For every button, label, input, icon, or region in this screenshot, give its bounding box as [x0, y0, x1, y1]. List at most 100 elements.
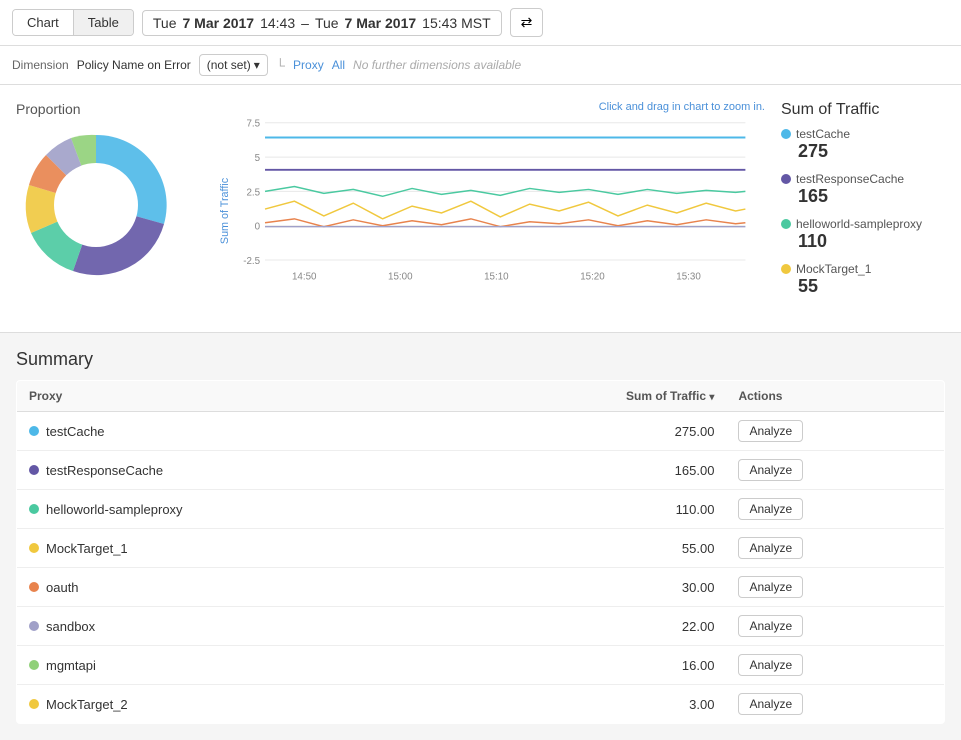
traffic-value: 55.00 — [452, 529, 727, 568]
zoom-hint: Click and drag in chart to zoom in. — [599, 101, 765, 113]
separator: └ — [276, 58, 285, 73]
date2: 7 Mar 2017 — [345, 15, 417, 31]
svg-text:15:20: 15:20 — [580, 272, 605, 283]
main-chart-area: Proportion — [0, 85, 961, 333]
legend-dot — [781, 219, 791, 229]
summary-title: Summary — [16, 349, 945, 370]
table-row: MockTarget_2 3.00 Analyze — [17, 685, 945, 724]
proxy-dot — [29, 543, 39, 553]
legend-item-value: 110 — [798, 231, 945, 252]
analyze-button[interactable]: Analyze — [738, 459, 803, 481]
analyze-button[interactable]: Analyze — [738, 693, 803, 715]
svg-text:15:10: 15:10 — [484, 272, 509, 283]
proxy-dot — [29, 660, 39, 670]
proxy-cell: MockTarget_2 — [17, 685, 452, 724]
proxy-link[interactable]: Proxy — [293, 58, 324, 72]
dash: – — [301, 15, 309, 31]
proxy-cell: helloworld-sampleproxy — [17, 490, 452, 529]
proxy-name: testResponseCache — [46, 463, 163, 478]
actions-cell: Analyze — [726, 568, 944, 607]
analyze-button[interactable]: Analyze — [738, 537, 803, 559]
not-set-dropdown[interactable]: (not set) ▾ — [199, 54, 268, 76]
svg-text:7.5: 7.5 — [246, 119, 260, 130]
legend-item-name: helloworld-sampleproxy — [781, 217, 945, 231]
table-row: testResponseCache 165.00 Analyze — [17, 451, 945, 490]
svg-text:-2.5: -2.5 — [243, 256, 260, 267]
svg-text:5: 5 — [255, 153, 261, 164]
legend-item-value: 55 — [798, 276, 945, 297]
no-more-dimensions: No further dimensions available — [353, 58, 521, 72]
donut-chart — [16, 125, 176, 285]
proxy-cell: mgmtapi — [17, 646, 452, 685]
proxy-column-header: Proxy — [17, 381, 452, 412]
legend-dot — [781, 264, 791, 274]
dimension-label: Dimension — [12, 58, 69, 72]
legend-dot — [781, 174, 791, 184]
proxy-name: helloworld-sampleproxy — [46, 502, 183, 517]
traffic-value: 22.00 — [452, 607, 727, 646]
analyze-button[interactable]: Analyze — [738, 654, 803, 676]
summary-section: Summary Proxy Sum of Traffic ▾ Actions t… — [0, 333, 961, 740]
traffic-column-header[interactable]: Sum of Traffic ▾ — [452, 381, 727, 412]
day2: Tue — [315, 15, 339, 31]
proxy-dot — [29, 465, 39, 475]
time1: 14:43 — [260, 15, 295, 31]
proxy-cell: sandbox — [17, 607, 452, 646]
actions-cell: Analyze — [726, 529, 944, 568]
actions-cell: Analyze — [726, 646, 944, 685]
proportion-area: Proportion — [16, 101, 216, 324]
traffic-value: 275.00 — [452, 412, 727, 451]
proxy-dot — [29, 699, 39, 709]
legend-item-value: 165 — [798, 186, 945, 207]
time2-tz: 15:43 MST — [422, 15, 490, 31]
svg-text:2.5: 2.5 — [246, 187, 260, 198]
proxy-name: sandbox — [46, 619, 95, 634]
proxy-name: testCache — [46, 424, 105, 439]
line-chart-svg[interactable]: Sum of Traffic 7.5 5 2.5 0 -2.5 14:50 15… — [216, 101, 765, 321]
chevron-down-icon: ▾ — [254, 58, 260, 72]
legend-item: helloworld-sampleproxy 110 — [781, 217, 945, 252]
proxy-name: oauth — [46, 580, 79, 595]
proxy-name: mgmtapi — [46, 658, 96, 673]
legend-area: Sum of Traffic testCache 275 testRespons… — [765, 101, 945, 324]
traffic-value: 3.00 — [452, 685, 727, 724]
table-tab[interactable]: Table — [74, 10, 133, 35]
all-link[interactable]: All — [332, 58, 345, 72]
table-row: mgmtapi 16.00 Analyze — [17, 646, 945, 685]
traffic-value: 30.00 — [452, 568, 727, 607]
legend-item-name: MockTarget_1 — [781, 262, 945, 276]
traffic-value: 16.00 — [452, 646, 727, 685]
analyze-button[interactable]: Analyze — [738, 615, 803, 637]
legend-item-name: testCache — [781, 127, 945, 141]
proxy-cell: testCache — [17, 412, 452, 451]
day1: Tue — [153, 15, 177, 31]
refresh-button[interactable]: ⇄ — [510, 8, 544, 37]
proxy-name: MockTarget_1 — [46, 541, 128, 556]
top-bar: Chart Table Tue 7 Mar 2017 14:43 – Tue 7… — [0, 0, 961, 46]
policy-name-label: Policy Name on Error — [77, 58, 191, 72]
line-chart-section: Click and drag in chart to zoom in. Sum … — [216, 101, 765, 324]
actions-cell: Analyze — [726, 685, 944, 724]
date-range[interactable]: Tue 7 Mar 2017 14:43 – Tue 7 Mar 2017 15… — [142, 10, 502, 36]
chart-tab[interactable]: Chart — [13, 10, 74, 35]
analyze-button[interactable]: Analyze — [738, 576, 803, 598]
traffic-value: 165.00 — [452, 451, 727, 490]
svg-text:15:00: 15:00 — [388, 272, 413, 283]
svg-text:14:50: 14:50 — [292, 272, 317, 283]
legend-item-name: testResponseCache — [781, 172, 945, 186]
legend-item: testResponseCache 165 — [781, 172, 945, 207]
summary-table: Proxy Sum of Traffic ▾ Actions testCache… — [16, 380, 945, 724]
view-tabs: Chart Table — [12, 9, 134, 36]
legend-item-value: 275 — [798, 141, 945, 162]
legend-item: testCache 275 — [781, 127, 945, 162]
date1: 7 Mar 2017 — [182, 15, 254, 31]
analyze-button[interactable]: Analyze — [738, 498, 803, 520]
actions-cell: Analyze — [726, 490, 944, 529]
analyze-button[interactable]: Analyze — [738, 420, 803, 442]
table-row: oauth 30.00 Analyze — [17, 568, 945, 607]
proportion-label: Proportion — [16, 101, 216, 117]
sort-icon: ▾ — [709, 392, 714, 403]
table-row: testCache 275.00 Analyze — [17, 412, 945, 451]
dimension-bar: Dimension Policy Name on Error (not set)… — [0, 46, 961, 85]
proxy-dot — [29, 582, 39, 592]
